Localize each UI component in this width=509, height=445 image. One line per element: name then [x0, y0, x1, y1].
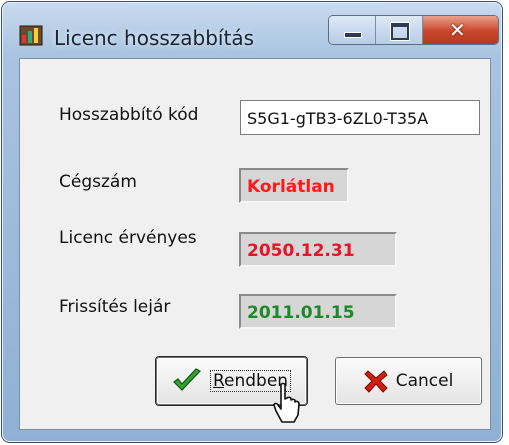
maximize-icon: [391, 23, 409, 40]
maximize-button[interactable]: [376, 16, 423, 44]
window-title: Licenc hosszabbítás: [54, 26, 254, 50]
minimize-button[interactable]: [329, 16, 376, 44]
minimize-icon: [344, 32, 362, 38]
close-icon: ✕: [449, 18, 466, 42]
update-expires-label: Frissítés lejár: [59, 297, 171, 317]
close-button[interactable]: ✕: [423, 16, 498, 44]
renewal-code-input[interactable]: S5G1-gTB3-6ZL0-T35A: [240, 100, 480, 135]
update-expires-value: 2011.01.15: [239, 294, 397, 329]
dialog-body: Hosszabbító kód S5G1-gTB3-6ZL0-T35A Cégs…: [19, 58, 491, 430]
license-valid-label: Licenc érvényes: [59, 228, 197, 248]
license-renewal-dialog: Licenc hosszabbítás ✕ Hosszabbító kód S5…: [2, 2, 502, 442]
cancel-button-label: Cancel: [395, 371, 454, 391]
checkmark-icon: [173, 368, 201, 391]
app-icon: [19, 25, 43, 46]
cancel-button[interactable]: Cancel: [335, 357, 482, 405]
title-bar[interactable]: Licenc hosszabbítás ✕: [2, 2, 502, 54]
caption-buttons: ✕: [329, 16, 498, 44]
pointer-cursor-icon: [273, 382, 300, 423]
red-x-icon: [363, 370, 388, 393]
company-count-label: Cégszám: [59, 172, 137, 192]
company-count-value: Korlátlan: [239, 168, 349, 203]
renewal-code-label: Hosszabbító kód: [59, 105, 199, 125]
license-valid-value: 2050.12.31: [239, 232, 397, 267]
